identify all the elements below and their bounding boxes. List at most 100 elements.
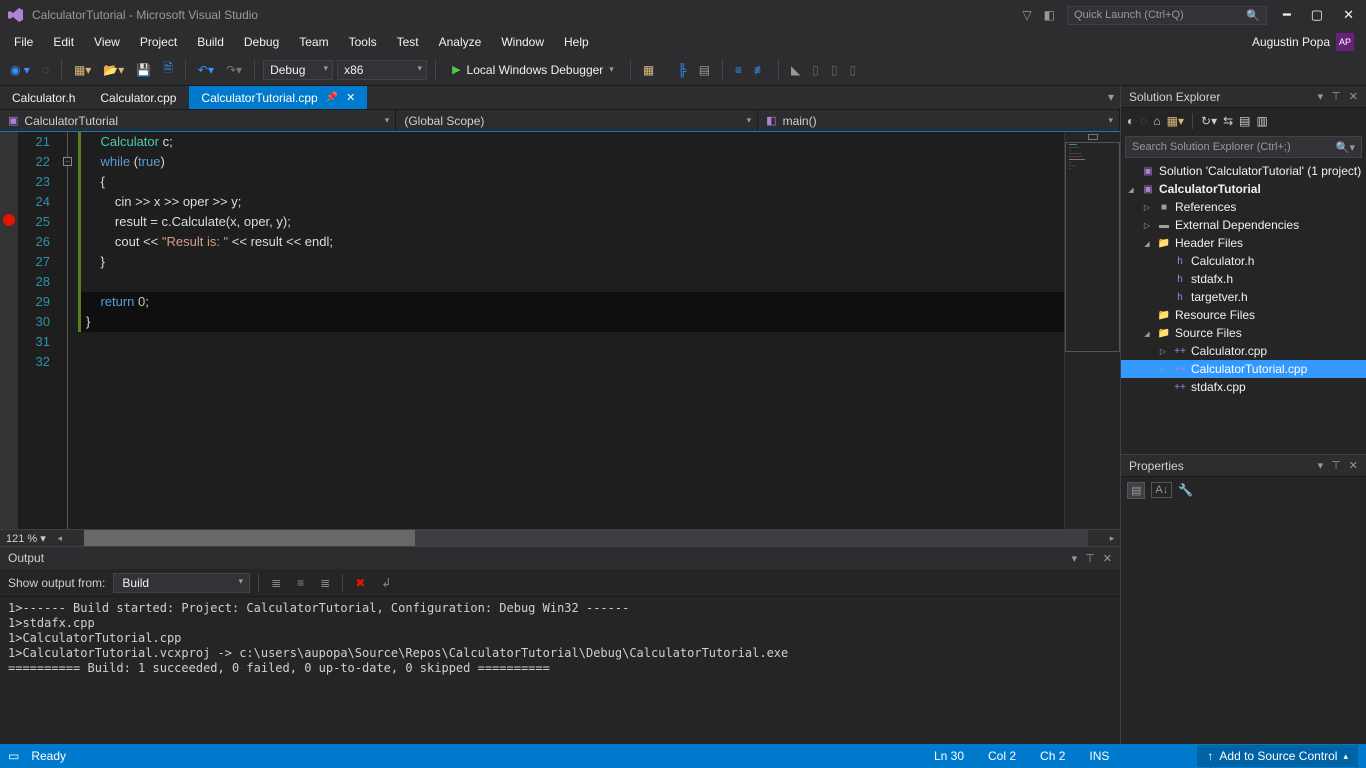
tree-expand-icon[interactable] <box>1157 364 1169 374</box>
feedback-icon[interactable]: ◧ <box>1044 8 1055 22</box>
nav-member-dropdown[interactable]: ◧main() <box>758 110 1120 131</box>
comment-button[interactable]: ≡ <box>731 60 746 80</box>
tree-item[interactable]: ▣CalculatorTutorial <box>1121 180 1366 198</box>
notifications-icon[interactable]: ▽ <box>1022 8 1031 22</box>
tb-icon-2[interactable]: ╠ <box>674 60 691 80</box>
maximize-button[interactable]: ▢ <box>1307 7 1327 23</box>
tree-expand-icon[interactable] <box>1141 202 1153 212</box>
tree-item[interactable]: ▬External Dependencies <box>1121 216 1366 234</box>
solution-config-dropdown[interactable]: Debug <box>263 60 333 80</box>
overview-scrollbar[interactable]: ▬▬▬▬▬▬▬▬▬▬▬▬▬▬▬▬▬▬▬▬▬▬▬▬▬▬▬▬▬▬▬▬▬▬▬▬ <box>1064 132 1120 529</box>
open-file-button[interactable]: 📂▾ <box>99 60 128 80</box>
tree-item[interactable]: 📁Resource Files <box>1121 306 1366 324</box>
solution-explorer-tree[interactable]: ▣Solution 'CalculatorTutorial' (1 projec… <box>1121 160 1366 454</box>
new-project-button[interactable]: ▦▾ <box>70 60 95 80</box>
menu-edit[interactable]: Edit <box>43 32 84 52</box>
hscroll-right-arrow[interactable]: ▸ <box>1104 533 1120 544</box>
close-tab-icon[interactable]: ✕ <box>346 91 355 104</box>
output-tb-1[interactable]: ≣ <box>267 574 285 592</box>
nav-class-dropdown[interactable]: ▣CalculatorTutorial <box>0 110 396 131</box>
nav-back-button[interactable]: ◉ ▾ <box>6 60 34 80</box>
document-tab[interactable]: Calculator.h <box>0 86 88 109</box>
se-properties-icon[interactable]: ▥ <box>1257 114 1268 128</box>
props-categorized-icon[interactable]: ▤ <box>1127 482 1145 499</box>
menu-project[interactable]: Project <box>130 32 187 52</box>
tree-item[interactable]: ■References <box>1121 198 1366 216</box>
tree-expand-icon[interactable] <box>1141 238 1153 248</box>
fold-gutter[interactable]: − <box>60 132 78 529</box>
tree-item[interactable]: 📁Source Files <box>1121 324 1366 342</box>
nav-forward-button[interactable]: ◌ <box>38 60 53 80</box>
breakpoint-gutter[interactable] <box>0 132 18 529</box>
tab-overflow-icon[interactable]: ▾ <box>1102 86 1120 109</box>
menu-team[interactable]: Team <box>289 32 338 52</box>
fold-toggle-icon[interactable]: − <box>63 157 72 166</box>
se-sync-icon[interactable]: ▦▾ <box>1167 114 1184 128</box>
menu-view[interactable]: View <box>84 32 130 52</box>
menu-file[interactable]: File <box>4 32 43 52</box>
tb-icon-1[interactable]: ▦ <box>639 60 658 80</box>
output-pin-icon[interactable]: ⊤ <box>1085 552 1095 565</box>
bookmark-button[interactable]: ◣ <box>787 60 804 80</box>
user-account[interactable]: Augustin Popa AP <box>1252 33 1362 51</box>
se-refresh-icon[interactable]: ↻▾ <box>1201 114 1217 128</box>
solution-explorer-search[interactable]: Search Solution Explorer (Ctrl+;) 🔍▾ <box>1125 136 1362 158</box>
close-button[interactable]: ✕ <box>1339 7 1358 23</box>
code-editor[interactable]: 212223242526272829303132 − Calculator c;… <box>0 132 1120 529</box>
se-close-icon[interactable]: ✕ <box>1349 90 1358 103</box>
tree-item[interactable]: ++stdafx.cpp <box>1121 378 1366 396</box>
menu-analyze[interactable]: Analyze <box>429 32 492 52</box>
quick-launch-input[interactable]: Quick Launch (Ctrl+Q) 🔍 <box>1067 6 1267 25</box>
menu-debug[interactable]: Debug <box>234 32 289 52</box>
document-tab[interactable]: CalculatorTutorial.cpp📌✕ <box>189 86 368 109</box>
output-toggle-wrap-icon[interactable]: ↲ <box>377 574 395 592</box>
save-all-button[interactable]: 🗎 <box>159 56 177 83</box>
menu-help[interactable]: Help <box>554 32 599 52</box>
output-clear-icon[interactable]: ✖ <box>351 574 369 592</box>
breakpoint-icon[interactable] <box>3 214 15 226</box>
undo-button[interactable]: ↶▾ <box>194 60 218 80</box>
code-text-area[interactable]: Calculator c; while (true) { cin >> x >>… <box>78 132 1064 529</box>
redo-button[interactable]: ↷▾ <box>222 60 246 80</box>
tree-item[interactable]: 📁Header Files <box>1121 234 1366 252</box>
se-collapse-icon[interactable]: ⇆ <box>1223 114 1233 128</box>
se-showall-icon[interactable]: ▤ <box>1239 114 1250 128</box>
zoom-level-dropdown[interactable]: 121 % ▾ <box>0 532 52 545</box>
tree-expand-icon[interactable] <box>1157 346 1169 356</box>
tree-item[interactable]: ++Calculator.cpp <box>1121 342 1366 360</box>
se-dropdown-icon[interactable]: ▾ <box>1318 90 1324 103</box>
hscroll-left-arrow[interactable]: ◂ <box>52 533 68 544</box>
save-button[interactable]: 💾 <box>132 60 155 80</box>
props-alpha-icon[interactable]: A↓ <box>1151 482 1172 498</box>
se-pin-icon[interactable]: ⊤ <box>1331 90 1341 103</box>
horizontal-scrollbar[interactable] <box>84 530 1088 546</box>
output-source-dropdown[interactable]: Build <box>113 573 250 593</box>
pin-icon[interactable]: 📌 <box>326 92 338 103</box>
output-dropdown-icon[interactable]: ▾ <box>1072 552 1078 565</box>
menu-tools[interactable]: Tools <box>339 32 387 52</box>
minimize-button[interactable]: ━ <box>1279 7 1295 23</box>
tree-item[interactable]: hCalculator.h <box>1121 252 1366 270</box>
nav-scope-dropdown[interactable]: (Global Scope) <box>396 110 758 131</box>
add-to-source-control-button[interactable]: ↑ Add to Source Control ▴ <box>1197 745 1358 767</box>
menu-window[interactable]: Window <box>491 32 554 52</box>
se-back-icon[interactable]: ◐ <box>1127 114 1134 128</box>
start-debugging-button[interactable]: ▶ Local Windows Debugger ▾ <box>444 61 622 79</box>
split-handle-icon[interactable] <box>1088 134 1098 140</box>
document-tab[interactable]: Calculator.cpp <box>88 86 189 109</box>
tree-expand-icon[interactable] <box>1141 220 1153 230</box>
tb-icon-4[interactable]: ▯ <box>808 60 823 80</box>
props-dropdown-icon[interactable]: ▾ <box>1318 459 1324 472</box>
solution-platform-dropdown[interactable]: x86 <box>337 60 427 80</box>
output-close-icon[interactable]: ✕ <box>1103 552 1112 565</box>
se-fwd-icon[interactable]: ◌ <box>1140 114 1147 128</box>
props-close-icon[interactable]: ✕ <box>1349 459 1358 472</box>
tb-icon-6[interactable]: ▯ <box>846 60 861 80</box>
uncomment-button[interactable]: ≢ <box>750 60 770 80</box>
tb-icon-5[interactable]: ▯ <box>827 60 842 80</box>
tb-icon-3[interactable]: ▤ <box>695 60 714 80</box>
props-pin-icon[interactable]: ⊤ <box>1331 459 1341 472</box>
output-tb-2[interactable]: ≡ <box>293 574 308 592</box>
menu-build[interactable]: Build <box>187 32 234 52</box>
tree-item[interactable]: htargetver.h <box>1121 288 1366 306</box>
